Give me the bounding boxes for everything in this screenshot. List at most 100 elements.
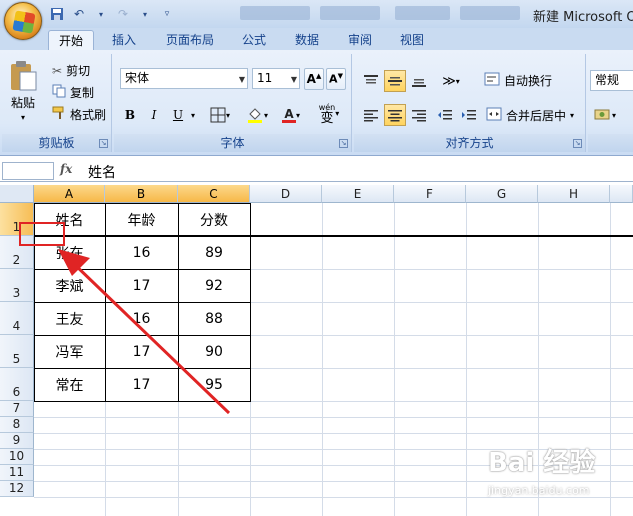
save-icon[interactable] bbox=[48, 5, 66, 23]
align-right-button[interactable] bbox=[408, 104, 430, 126]
decrease-indent-button[interactable] bbox=[434, 104, 456, 126]
paste-dropdown-icon: ▾ bbox=[20, 113, 25, 122]
font-launcher-icon[interactable]: ↘ bbox=[339, 139, 348, 148]
table-cell[interactable]: 王友 bbox=[34, 302, 105, 335]
grow-font-button[interactable]: A▲ bbox=[304, 68, 324, 90]
tab-page-layout[interactable]: 页面布局 bbox=[158, 30, 222, 50]
table-border bbox=[34, 335, 251, 336]
phonetic-guide-icon: wén 变 bbox=[319, 102, 336, 125]
row-header-12[interactable]: 12 bbox=[0, 481, 34, 497]
clipboard-launcher-icon[interactable]: ↘ bbox=[99, 139, 108, 148]
formula-input[interactable]: 姓名 bbox=[88, 162, 116, 182]
tab-data[interactable]: 数据 bbox=[287, 30, 327, 50]
phonetic-guide-button[interactable]: wén 变 ▾ bbox=[312, 102, 346, 125]
table-cell[interactable]: 16 bbox=[105, 236, 178, 269]
increase-indent-button[interactable] bbox=[458, 104, 480, 126]
column-header-d[interactable]: D bbox=[250, 185, 322, 203]
column-header-g[interactable]: G bbox=[466, 185, 538, 203]
merge-center-button[interactable]: 合并后居中 ▾ bbox=[486, 107, 574, 124]
shrink-font-button[interactable]: A▼ bbox=[326, 68, 346, 90]
column-header-h[interactable]: H bbox=[538, 185, 610, 203]
row-header-3[interactable]: 3 bbox=[0, 269, 34, 302]
underline-dropdown-icon[interactable]: ▾ bbox=[188, 104, 198, 126]
table-cell[interactable]: 88 bbox=[178, 302, 250, 335]
column-header-c[interactable]: C bbox=[178, 185, 250, 203]
tab-review[interactable]: 审阅 bbox=[340, 30, 380, 50]
font-name-select[interactable]: 宋体 ▼ bbox=[120, 68, 248, 89]
column-header-f[interactable]: F bbox=[394, 185, 466, 203]
fill-color-button[interactable]: ▾ bbox=[242, 104, 272, 126]
font-size-value: 11 bbox=[257, 71, 273, 85]
row-header-6[interactable]: 6 bbox=[0, 368, 34, 401]
table-border bbox=[34, 236, 251, 237]
copy-button[interactable]: 复制 bbox=[52, 84, 94, 101]
grid-line bbox=[34, 417, 633, 418]
table-cell[interactable]: 17 bbox=[105, 335, 178, 368]
align-bottom-button[interactable] bbox=[408, 70, 430, 92]
blurred-taskbar-item bbox=[320, 6, 380, 20]
tab-formulas[interactable]: 公式 bbox=[234, 30, 274, 50]
table-cell[interactable]: 90 bbox=[178, 335, 250, 368]
font-color-button[interactable]: A ▾ bbox=[276, 104, 306, 126]
fx-icon[interactable]: fx bbox=[60, 162, 72, 176]
alignment-group: ≫ ▾ 自动换行 合并后居中 ▾ 对齐方式 ↘ bbox=[354, 54, 586, 152]
customize-qat-icon[interactable]: ▿ bbox=[158, 5, 176, 23]
redo-icon[interactable]: ↷ bbox=[114, 5, 132, 23]
row-header-9[interactable]: 9 bbox=[0, 433, 34, 449]
format-painter-button[interactable]: 格式刷 bbox=[52, 106, 106, 123]
underline-button[interactable]: U bbox=[168, 104, 188, 126]
table-cell[interactable]: 89 bbox=[178, 236, 250, 269]
table-cell[interactable]: 16 bbox=[105, 302, 178, 335]
select-all-corner[interactable] bbox=[0, 185, 34, 203]
table-cell[interactable]: 95 bbox=[178, 368, 250, 401]
table-cell[interactable]: 常在 bbox=[34, 368, 105, 401]
undo-icon[interactable]: ↶ bbox=[70, 5, 88, 23]
column-header-a[interactable]: A bbox=[34, 185, 105, 203]
table-cell[interactable]: 冯军 bbox=[34, 335, 105, 368]
row-header-5[interactable]: 5 bbox=[0, 335, 34, 368]
table-cell[interactable]: 17 bbox=[105, 368, 178, 401]
italic-button[interactable]: I bbox=[144, 104, 164, 126]
paste-button[interactable]: 粘贴 ▾ bbox=[8, 60, 38, 122]
merge-center-icon bbox=[486, 107, 502, 124]
align-top-button[interactable] bbox=[360, 70, 382, 92]
undo-dropdown-icon[interactable]: ▾ bbox=[92, 5, 110, 23]
column-header-b[interactable]: B bbox=[105, 185, 178, 203]
wrap-text-button[interactable]: 自动换行 bbox=[484, 72, 552, 89]
tab-insert[interactable]: 插入 bbox=[104, 30, 144, 50]
table-header-cell[interactable]: 分数 bbox=[178, 203, 250, 236]
row-header-8[interactable]: 8 bbox=[0, 417, 34, 433]
cut-button[interactable]: ✂ 剪切 bbox=[52, 62, 90, 79]
name-box[interactable] bbox=[2, 162, 54, 180]
row-header-11[interactable]: 11 bbox=[0, 465, 34, 481]
tab-view[interactable]: 视图 bbox=[392, 30, 432, 50]
baidu-watermark-url: jingyan.baidu.com bbox=[488, 484, 590, 497]
borders-button[interactable]: ▾ bbox=[206, 104, 234, 126]
table-cell[interactable]: 17 bbox=[105, 269, 178, 302]
font-size-select[interactable]: 11 ▼ bbox=[252, 68, 300, 89]
table-cell[interactable]: 92 bbox=[178, 269, 250, 302]
accounting-format-button[interactable]: ▾ bbox=[590, 104, 620, 126]
table-cell[interactable]: 李斌 bbox=[34, 269, 105, 302]
redo-dropdown-icon[interactable]: ▾ bbox=[136, 5, 154, 23]
row-header-4[interactable]: 4 bbox=[0, 302, 34, 335]
orientation-button[interactable]: ≫ ▾ bbox=[436, 70, 466, 92]
align-center-button[interactable] bbox=[384, 104, 406, 126]
align-left-button[interactable] bbox=[360, 104, 382, 126]
align-middle-icon bbox=[388, 77, 402, 86]
bold-button[interactable]: B bbox=[120, 104, 140, 126]
row-header-7[interactable]: 7 bbox=[0, 401, 34, 417]
paste-label: 粘贴 bbox=[10, 96, 35, 110]
number-group-label bbox=[588, 134, 633, 152]
table-header-cell[interactable]: 年龄 bbox=[105, 203, 178, 236]
row-header-10[interactable]: 10 bbox=[0, 449, 34, 465]
align-middle-button[interactable] bbox=[384, 70, 406, 92]
increase-indent-icon bbox=[462, 110, 476, 120]
column-header-partial[interactable] bbox=[610, 185, 633, 203]
number-format-select[interactable]: 常规 bbox=[590, 70, 633, 91]
alignment-launcher-icon[interactable]: ↘ bbox=[573, 139, 582, 148]
office-button[interactable] bbox=[4, 2, 42, 40]
column-header-e[interactable]: E bbox=[322, 185, 394, 203]
tab-home[interactable]: 开始 bbox=[48, 30, 94, 50]
font-group-label: 字体 bbox=[114, 134, 351, 152]
